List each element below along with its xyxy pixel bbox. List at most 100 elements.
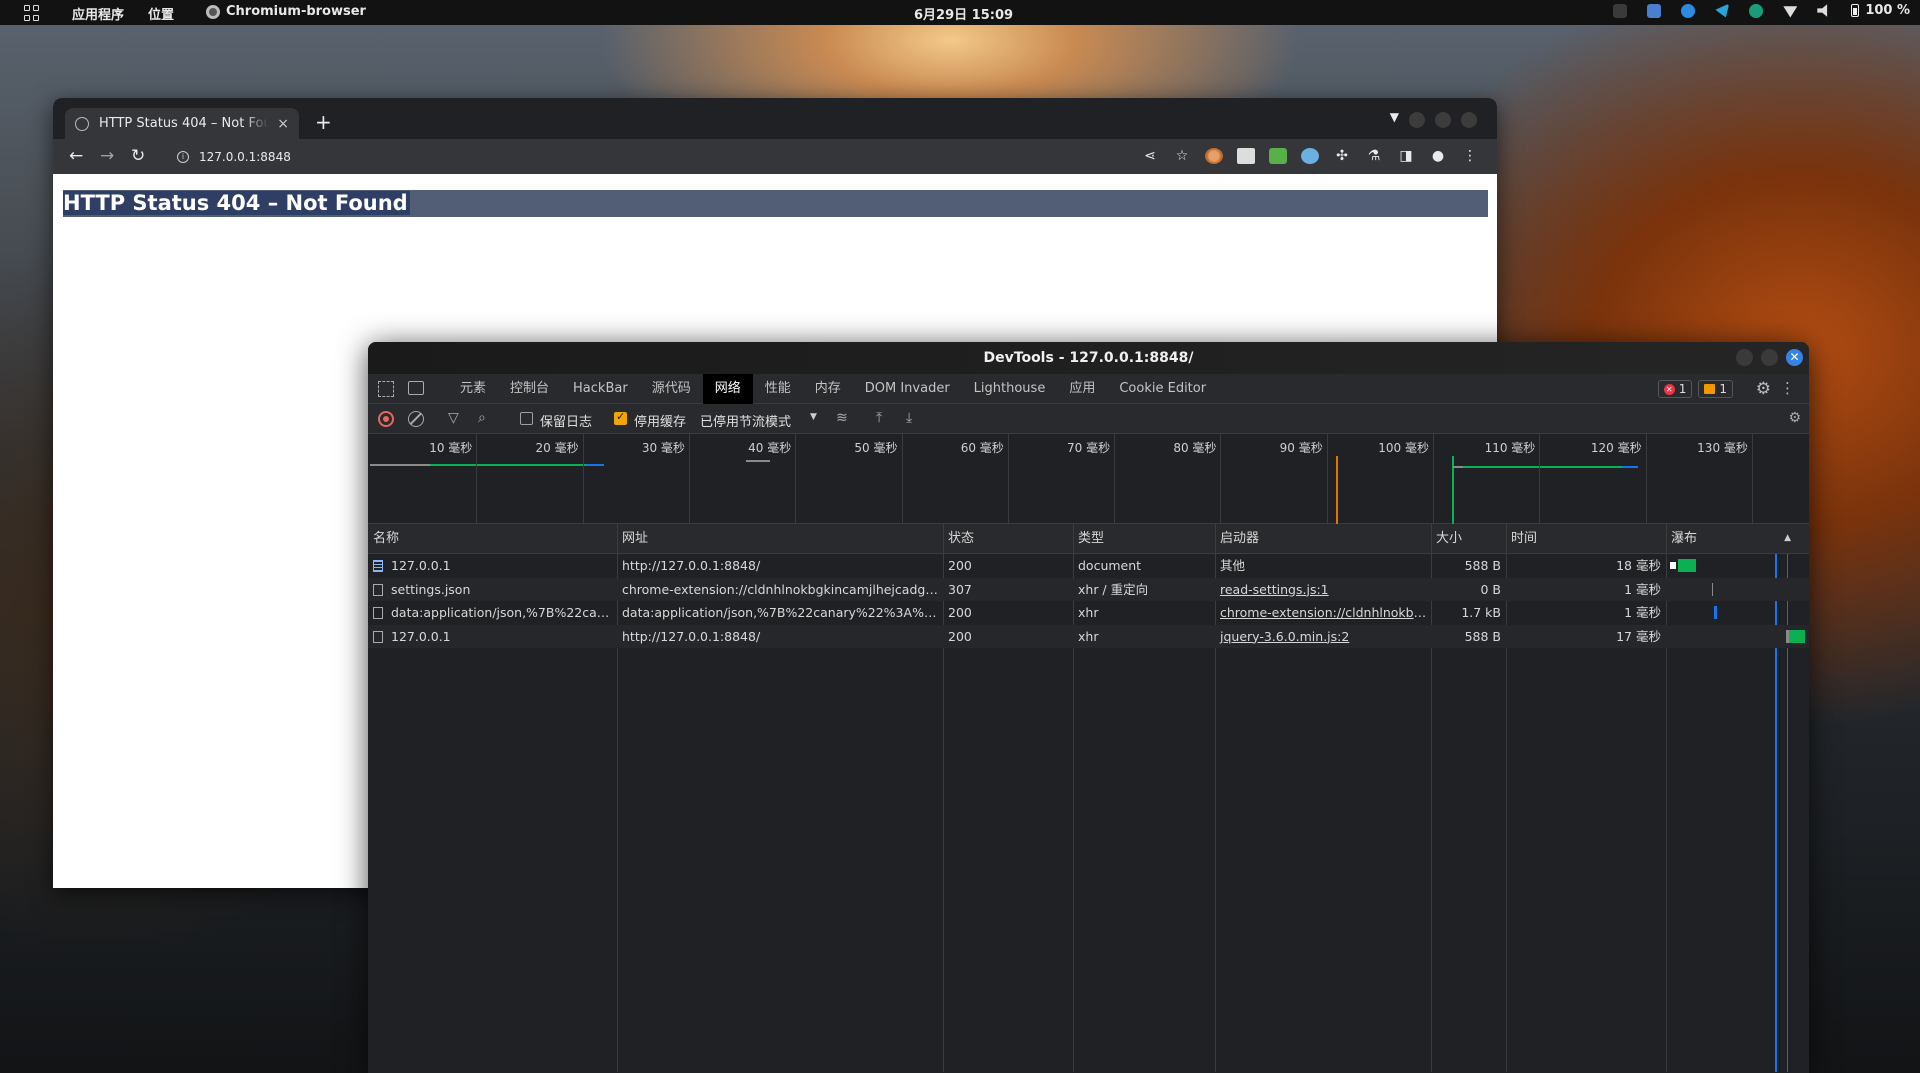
timeline-bar-queue [370, 464, 430, 466]
import-har-upload-icon[interactable]: ⤒ [876, 410, 882, 426]
network-request-row[interactable]: 127.0.0.1 http://127.0.0.1:8848/200 docume… [368, 554, 1809, 578]
element-picker-icon[interactable] [378, 381, 394, 397]
active-app-menu[interactable]: Chromium-browser [206, 4, 366, 19]
timeline-tick-label: 50 毫秒 [854, 441, 898, 455]
network-request-row[interactable]: data:application/json,%7B%22canary%22 dat… [368, 601, 1809, 625]
cell-initiator[interactable]: chrome-extension://cldnhlnokbgkincamjlhe… [1215, 601, 1431, 625]
tab-search-chevron-icon[interactable]: ▼ [1390, 110, 1399, 124]
column-header-waterfall[interactable]: 瀑布 [1666, 524, 1697, 554]
column-header-url[interactable]: 网址 [617, 524, 648, 554]
address-bar[interactable]: i 127.0.0.1:8848 [165, 143, 1165, 170]
network-request-row[interactable]: 127.0.0.1 http://127.0.0.1:8848/200 xhr jqu… [368, 624, 1809, 649]
devtools-tab-10[interactable]: Cookie Editor [1107, 374, 1218, 404]
column-header-status[interactable]: 状态 [943, 524, 974, 554]
apps-grid-icon[interactable] [24, 5, 40, 21]
record-stop-icon[interactable] [378, 411, 394, 427]
telegram-icon[interactable] [1715, 3, 1730, 18]
tray-messenger-icon[interactable] [1681, 3, 1696, 18]
devtools-tab-7[interactable]: DOM Invader [853, 374, 962, 404]
devtools-tab-5[interactable]: 性能 [753, 374, 803, 404]
forward-arrow-icon[interactable]: → [100, 146, 114, 166]
devtools-menu-kebab-icon[interactable]: ⋮ [1780, 379, 1795, 397]
cell-initiator[interactable]: read-settings.js:1 [1215, 578, 1431, 602]
reload-icon[interactable]: ↻ [131, 146, 145, 166]
tray-app-icon[interactable] [1613, 3, 1628, 18]
battery-icon [1851, 4, 1860, 17]
bookmark-star-icon[interactable]: ☆ [1173, 148, 1191, 164]
network-overview-timeline[interactable]: 10 毫秒 20 毫秒 30 毫秒 40 毫秒 50 毫秒 60 毫秒 70 毫秒 80 毫秒… [368, 434, 1809, 524]
error-badge[interactable]: ✕ 1 [1657, 380, 1693, 398]
cell-initiator: 其他 [1215, 554, 1431, 578]
devtools-tab-0[interactable]: 元素 [448, 374, 498, 404]
devtools-maximize-button[interactable] [1761, 349, 1778, 366]
cell-text-initiator: read-settings.js:1 [1220, 581, 1329, 597]
tray-mail-icon[interactable] [1647, 3, 1662, 18]
clock[interactable]: 6月29日 15:09 [914, 4, 1013, 23]
timeline-tick-label: 120 毫秒 [1590, 441, 1642, 455]
applications-menu[interactable]: 应用程序 [72, 4, 124, 23]
places-menu[interactable]: 位置 [148, 4, 174, 23]
devtools-tab-8[interactable]: Lighthouse [962, 374, 1058, 404]
error-heading-text: HTTP Status 404 – Not Found [63, 191, 410, 215]
warning-badge[interactable]: 1 [1698, 380, 1733, 398]
tray-network-app-icon[interactable] [1749, 3, 1764, 18]
cell-name: settings.json [368, 578, 617, 602]
cell-text-status: 200 [948, 628, 972, 644]
disable-cache-checkbox[interactable] [614, 410, 627, 425]
devtools-minimize-button[interactable] [1736, 349, 1753, 366]
column-header-time[interactable]: 时间 [1506, 524, 1537, 554]
close-window-button[interactable] [1461, 112, 1477, 128]
menu-kebab-icon[interactable]: ⋮ [1461, 148, 1479, 164]
wappalyzer-icon[interactable] [1301, 148, 1319, 164]
devtools-tab-3[interactable]: 源代码 [640, 374, 703, 404]
clear-network-log-icon[interactable] [408, 411, 424, 427]
devtools-tab-1[interactable]: 控制台 [498, 374, 561, 404]
search-icon[interactable]: ⌕ [478, 410, 486, 426]
network-settings-gear-icon[interactable]: ⚙ [1788, 410, 1801, 426]
devtools-tab-2[interactable]: HackBar [561, 374, 640, 404]
cell-text-size: 1.7 kB [1461, 605, 1501, 620]
devtools-tab-4[interactable]: 网络 [702, 374, 753, 404]
preserve-log-checkbox[interactable] [520, 412, 533, 425]
wifi-icon[interactable] [1783, 6, 1798, 18]
devtools-tab-6[interactable]: 内存 [803, 374, 853, 404]
side-panel-icon[interactable]: ◨ [1397, 148, 1415, 164]
timeline-bar-download [430, 464, 590, 466]
extension-green-icon[interactable] [1269, 148, 1287, 164]
network-conditions-wifi-icon[interactable]: ≋ [836, 410, 848, 426]
back-arrow-icon[interactable]: ← [69, 146, 83, 166]
share-icon[interactable]: ⋖ [1141, 148, 1159, 164]
maximize-button[interactable] [1435, 112, 1451, 128]
device-toolbar-icon[interactable] [408, 381, 424, 395]
throttling-select[interactable]: 已停用节流模式 [700, 411, 791, 430]
volume-icon[interactable] [1817, 4, 1828, 17]
battery-indicator[interactable]: 100 % [1851, 3, 1910, 18]
cell-initiator[interactable]: jquery-3.6.0.min.js:2 [1215, 625, 1431, 649]
new-tab-button[interactable]: + [315, 110, 332, 134]
profile-icon[interactable]: ● [1429, 148, 1447, 164]
cookie-editor-icon[interactable] [1205, 148, 1223, 164]
throttling-dropdown-icon[interactable]: ▼ [810, 412, 817, 422]
column-header-initiator[interactable]: 启动器 [1215, 524, 1259, 554]
column-header-size[interactable]: 大小 [1431, 524, 1462, 554]
site-info-icon[interactable]: i [177, 150, 189, 163]
filter-funnel-icon[interactable]: ▽ [448, 410, 459, 426]
column-header-type[interactable]: 类型 [1073, 524, 1104, 554]
column-header-name[interactable]: 名称 [368, 524, 399, 554]
devtools-settings-gear-icon[interactable]: ⚙ [1756, 379, 1771, 399]
extensions-puzzle-icon[interactable]: ✣ [1333, 148, 1351, 164]
hackbar-icon[interactable] [1237, 148, 1255, 164]
cell-text-size: 0 B [1480, 581, 1501, 597]
network-request-row[interactable]: settings.json chrome-extension://cldnhlno… [368, 577, 1809, 602]
browser-tab[interactable]: HTTP Status 404 – Not Found × [65, 108, 299, 139]
tab-close-icon[interactable]: × [277, 116, 289, 132]
browser-toolbar: ← → ↻ i 127.0.0.1:8848 ⋖ ☆ ✣ ⚗ ◨ ● ⋮ [53, 139, 1497, 174]
devtools-window: DevTools - 127.0.0.1:8848/ ✕ 元素 控制台 HackBa… [368, 342, 1809, 1073]
devtools-tab-9[interactable]: 应用 [1057, 374, 1107, 404]
labs-flask-icon[interactable]: ⚗ [1365, 148, 1383, 164]
sort-ascending-icon[interactable]: ▲ [1784, 533, 1791, 543]
devtools-close-button[interactable]: ✕ [1786, 349, 1803, 366]
cell-text-initiator: jquery-3.6.0.min.js:2 [1220, 628, 1350, 644]
minimize-button[interactable] [1409, 112, 1425, 128]
export-har-download-icon[interactable]: ⤓ [906, 410, 912, 426]
